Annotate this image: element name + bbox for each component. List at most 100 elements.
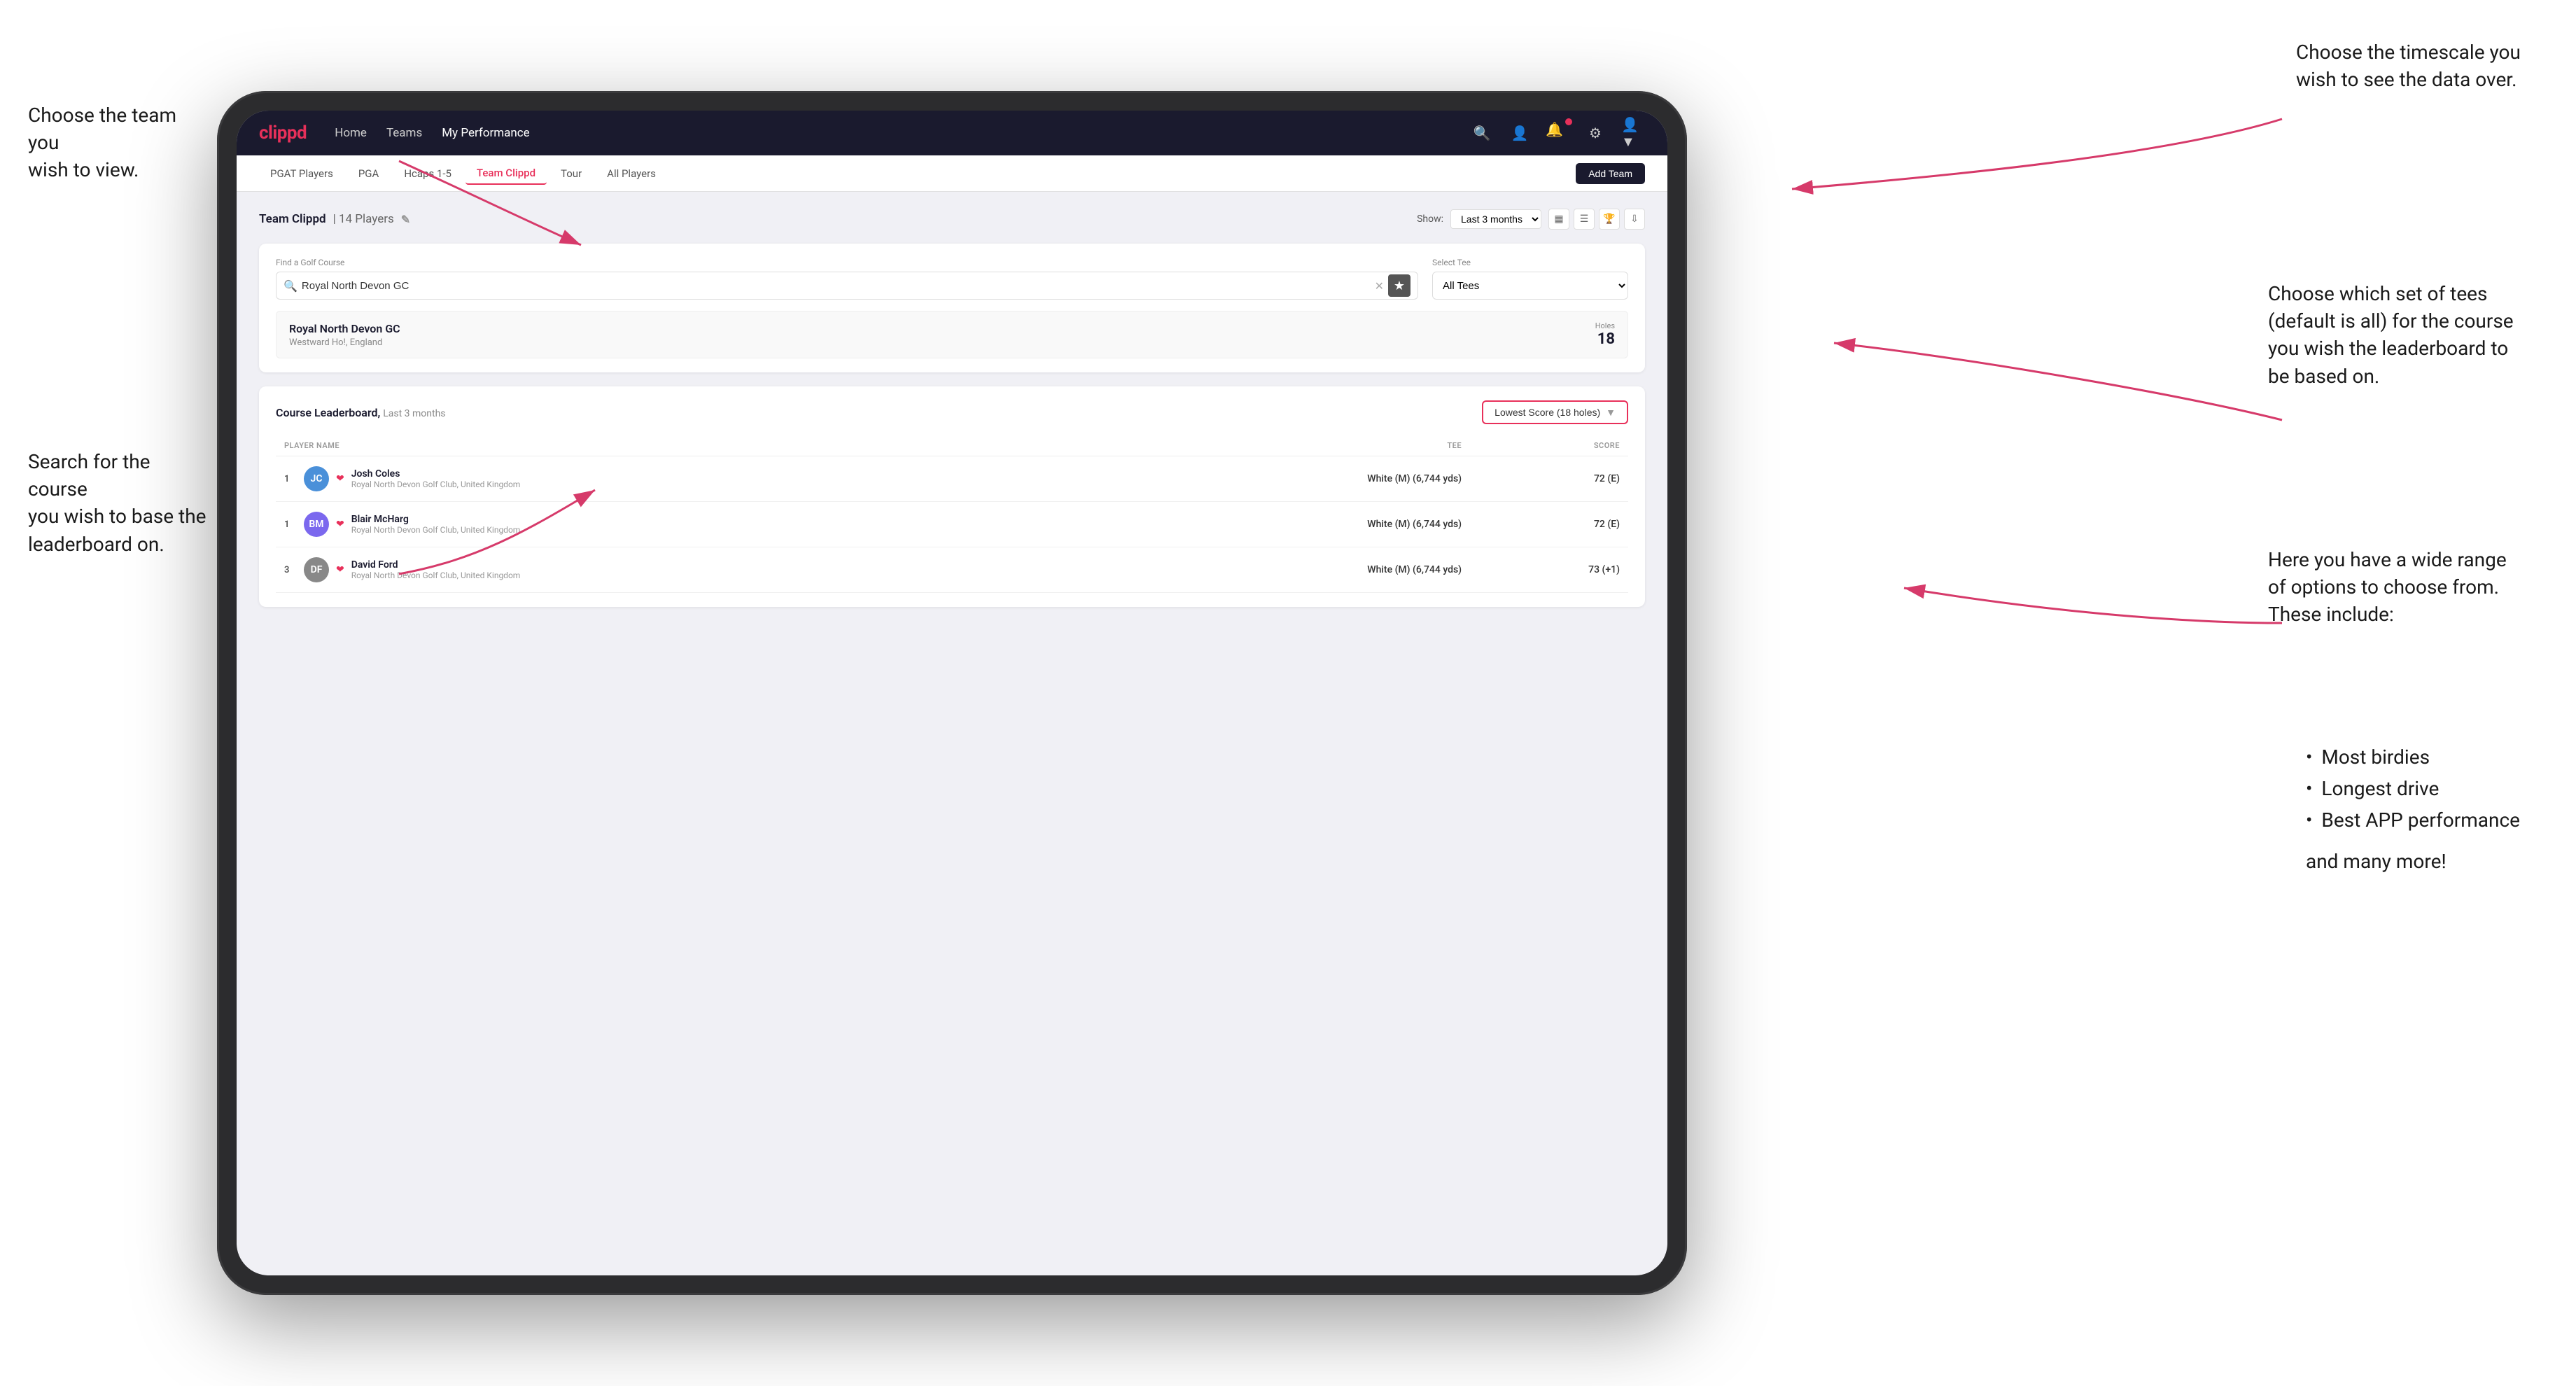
table-row: 1 BM ❤ Blair McHarg Royal North Devon Go…: [276, 502, 1628, 547]
edit-team-icon[interactable]: ✎: [401, 213, 410, 226]
col-player: PLAYER NAME: [276, 435, 1105, 456]
tee-label: Select Tee: [1432, 258, 1628, 267]
nav-logo: clippd: [259, 122, 307, 144]
option-item: Longest drive: [2306, 774, 2520, 805]
time-period-dropdown[interactable]: Last 3 months: [1450, 209, 1541, 229]
holes-badge: Holes 18: [1595, 321, 1615, 348]
tee-select[interactable]: All Tees: [1432, 272, 1628, 300]
score-type-label: Lowest Score (18 holes): [1494, 407, 1600, 418]
avatar-1: BM: [304, 512, 329, 537]
leaderboard-header: Course Leaderboard, Last 3 months Lowest…: [276, 400, 1628, 424]
options-list: Most birdiesLongest driveBest APP perfor…: [2306, 742, 2520, 836]
heart-icon-2[interactable]: ❤: [336, 564, 344, 575]
leaderboard-section: Course Leaderboard, Last 3 months Lowest…: [259, 386, 1645, 607]
player-cell-2: 3 DF ❤ David Ford Royal North Devon Golf…: [276, 547, 1105, 593]
list-view-icon[interactable]: ☰: [1574, 209, 1595, 230]
annotation-tees: Choose which set of tees (default is all…: [2268, 280, 2534, 390]
leaderboard-subtitle: Last 3 months: [383, 408, 445, 419]
clear-search-icon[interactable]: ✕: [1375, 279, 1384, 293]
search-input-wrap: 🔍 ✕ ★: [276, 272, 1418, 300]
and-more: and many more!: [2306, 850, 2520, 873]
search-section: Find a Golf Course 🔍 ✕ ★ Select Tee: [259, 244, 1645, 372]
player-name-1: Blair McHarg: [351, 514, 521, 525]
col-tee: TEE: [1105, 435, 1470, 456]
nav-link-myperformance[interactable]: My Performance: [442, 126, 529, 140]
holes-label: Holes: [1595, 321, 1615, 330]
search-course-input[interactable]: [302, 280, 1375, 292]
player-name-2: David Ford: [351, 559, 521, 570]
sub-nav-teamclippd[interactable]: Team Clippd: [465, 162, 547, 185]
holes-number: 18: [1597, 330, 1615, 348]
nav-links: Home Teams My Performance: [335, 126, 1470, 140]
sub-nav-pga[interactable]: PGA: [347, 163, 390, 184]
player-club-2: Royal North Devon Golf Club, United King…: [351, 570, 521, 580]
course-name: Royal North Devon GC: [289, 322, 400, 335]
annotation-team: Choose the team you wish to view.: [28, 102, 210, 184]
find-course-group: Find a Golf Course 🔍 ✕ ★: [276, 258, 1418, 300]
player-cell-1: 1 BM ❤ Blair McHarg Royal North Devon Go…: [276, 502, 1105, 547]
heart-icon-1[interactable]: ❤: [336, 519, 344, 530]
option-item: Most birdies: [2306, 742, 2520, 774]
score-cell-1: 72 (E): [1470, 502, 1628, 547]
show-label: Show:: [1417, 214, 1443, 225]
show-control: Show: Last 3 months ▦ ☰ 🏆 ⇩: [1417, 209, 1645, 230]
find-course-label: Find a Golf Course: [276, 258, 1418, 267]
annotation-timescale: Choose the timescale you wish to see the…: [2296, 38, 2534, 93]
course-location: Westward Ho!, England: [289, 337, 400, 348]
sub-nav: PGAT Players PGA Hcaps 1-5 Team Clippd T…: [237, 155, 1667, 192]
settings-icon[interactable]: ⚙: [1583, 121, 1607, 145]
player-name-0: Josh Coles: [351, 468, 521, 479]
score-type-button[interactable]: Lowest Score (18 holes) ▼: [1482, 400, 1628, 424]
tablet-frame: clippd Home Teams My Performance 🔍 👤 🔔 ⚙…: [217, 91, 1687, 1295]
annotation-options-list-wrap: Most birdiesLongest driveBest APP perfor…: [2306, 742, 2520, 873]
sub-nav-allplayers[interactable]: All Players: [596, 163, 667, 184]
search-icon-small: 🔍: [284, 279, 298, 293]
player-cell-0: 1 JC ❤ Josh Coles Royal North Devon Golf…: [276, 456, 1105, 502]
score-type-chevron: ▼: [1606, 407, 1616, 418]
team-header: Team Clippd | 14 Players ✎ Show: Last 3 …: [259, 209, 1645, 230]
player-club-1: Royal North Devon Golf Club, United King…: [351, 525, 521, 535]
player-info-2: David Ford Royal North Devon Golf Club, …: [351, 559, 521, 580]
avatar-2: DF: [304, 557, 329, 582]
sub-nav-hcaps[interactable]: Hcaps 1-5: [393, 163, 463, 184]
course-info: Royal North Devon GC Westward Ho!, Engla…: [289, 322, 400, 348]
add-team-button[interactable]: Add Team: [1576, 163, 1645, 184]
tee-cell-1: White (M) (6,744 yds): [1105, 502, 1470, 547]
nav-link-teams[interactable]: Teams: [386, 126, 422, 140]
sub-nav-pgat[interactable]: PGAT Players: [259, 163, 344, 184]
annotation-search: Search for the course you wish to base t…: [28, 448, 210, 558]
table-header-row: PLAYER NAME TEE SCORE: [276, 435, 1628, 456]
notification-badge: [1565, 118, 1572, 125]
nav-icons: 🔍 👤 🔔 ⚙ 👤 ▼: [1470, 121, 1645, 145]
search-icon[interactable]: 🔍: [1470, 121, 1494, 145]
player-count: | 14 Players: [333, 212, 394, 226]
player-info-1: Blair McHarg Royal North Devon Golf Club…: [351, 514, 521, 535]
leaderboard-table: PLAYER NAME TEE SCORE 1 JC ❤ Josh Coles: [276, 435, 1628, 593]
table-row: 3 DF ❤ David Ford Royal North Devon Golf…: [276, 547, 1628, 593]
rank-0: 1: [284, 474, 297, 484]
col-score: SCORE: [1470, 435, 1628, 456]
grid-view-icon[interactable]: ▦: [1548, 209, 1569, 230]
user-menu-icon[interactable]: 👤 ▼: [1621, 121, 1645, 145]
app-container: clippd Home Teams My Performance 🔍 👤 🔔 ⚙…: [237, 111, 1667, 1275]
tee-cell-2: White (M) (6,744 yds): [1105, 547, 1470, 593]
rank-2: 3: [284, 565, 297, 575]
team-name: Team Clippd: [259, 212, 326, 226]
main-content: Team Clippd | 14 Players ✎ Show: Last 3 …: [237, 192, 1667, 1275]
tablet-screen: clippd Home Teams My Performance 🔍 👤 🔔 ⚙…: [237, 111, 1667, 1275]
profile-icon[interactable]: 👤: [1508, 121, 1532, 145]
heart-icon-0[interactable]: ❤: [336, 473, 344, 484]
nav-link-home[interactable]: Home: [335, 126, 367, 140]
player-club-0: Royal North Devon Golf Club, United King…: [351, 479, 521, 489]
score-cell-0: 72 (E): [1470, 456, 1628, 502]
score-cell-2: 73 (+1): [1470, 547, 1628, 593]
star-button[interactable]: ★: [1388, 274, 1410, 297]
annotation-options-intro: Here you have a wide range of options to…: [2268, 546, 2534, 629]
tee-group: Select Tee All Tees: [1432, 258, 1628, 300]
sub-nav-tour[interactable]: Tour: [550, 163, 593, 184]
tee-cell-0: White (M) (6,744 yds): [1105, 456, 1470, 502]
player-info-0: Josh Coles Royal North Devon Golf Club, …: [351, 468, 521, 489]
trophy-icon[interactable]: 🏆: [1599, 209, 1620, 230]
download-icon[interactable]: ⇩: [1624, 209, 1645, 230]
notification-icon[interactable]: 🔔: [1546, 121, 1569, 145]
